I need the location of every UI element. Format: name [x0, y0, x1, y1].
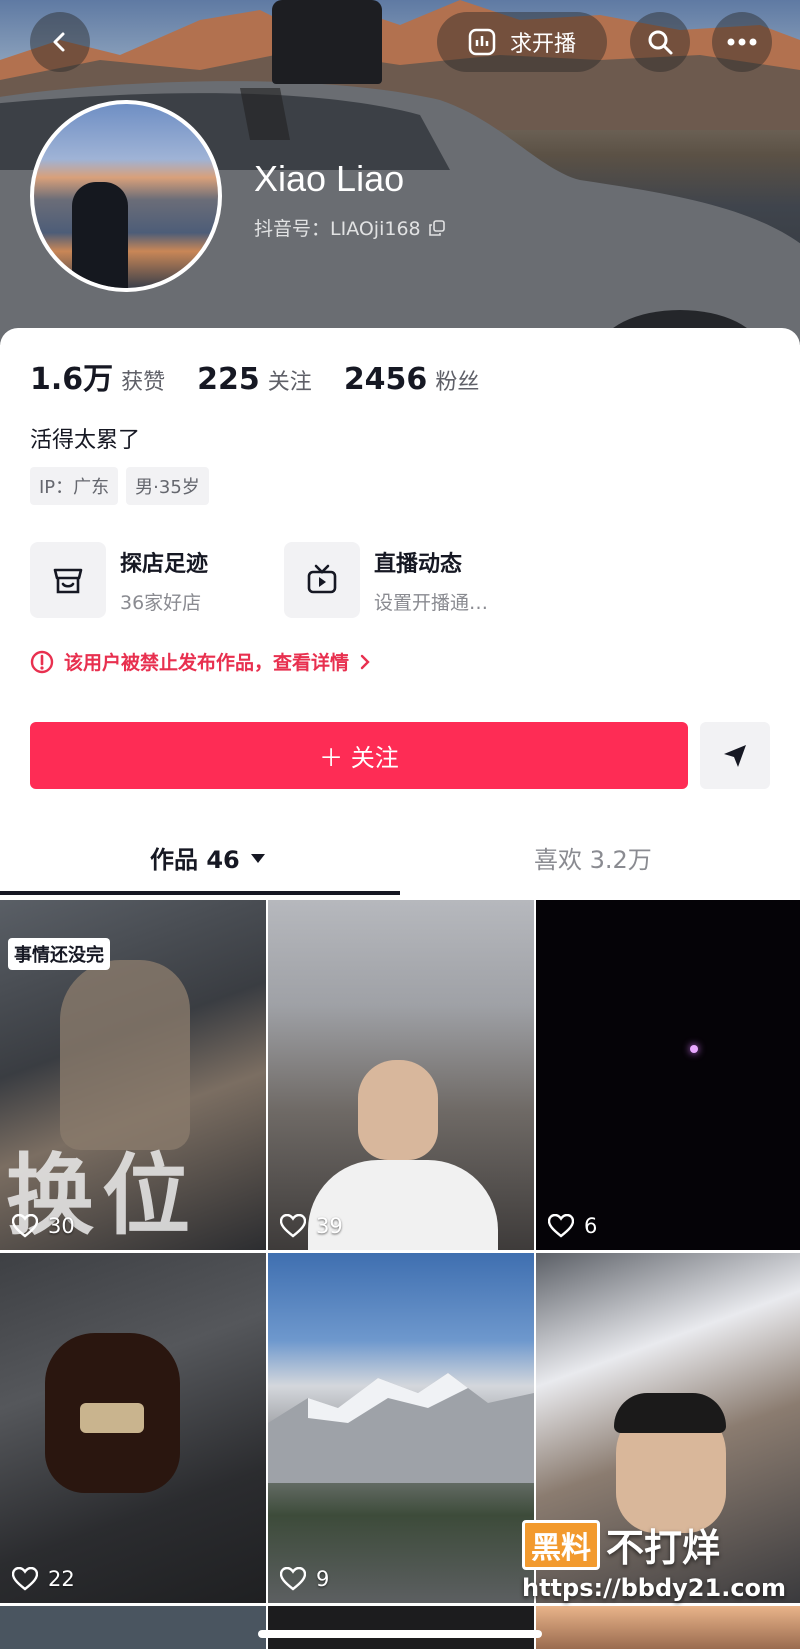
video-thumb[interactable]	[536, 1606, 800, 1649]
stat-likes[interactable]: 1.6万 获赞	[30, 354, 165, 398]
heart-icon	[280, 1214, 306, 1238]
video-likes-count: 39	[316, 1214, 343, 1238]
profile-banner: 求开播 Xiao Liao 抖音号：LIAOji168	[0, 0, 800, 345]
chevron-left-icon	[53, 32, 65, 52]
active-tab-indicator	[0, 891, 400, 895]
feature-live-updates[interactable]: 直播动态 设置开播通…	[284, 542, 488, 618]
more-dots-icon	[727, 38, 757, 46]
search-icon	[648, 30, 673, 55]
follow-button[interactable]: ＋ 关注	[30, 722, 688, 789]
video-likes-count: 30	[48, 1214, 75, 1238]
tv-icon	[307, 564, 337, 594]
video-thumb[interactable]	[268, 1606, 534, 1649]
share-button[interactable]	[700, 722, 770, 789]
video-likes: 6	[548, 1214, 597, 1238]
more-button[interactable]	[712, 12, 772, 72]
video-thumb[interactable]	[0, 1606, 266, 1649]
video-likes-count: 9	[316, 1567, 330, 1591]
thumb-snow-mountain	[268, 1373, 534, 1483]
heart-icon	[12, 1567, 38, 1591]
video-likes-count: 22	[48, 1567, 75, 1591]
shop-icon	[53, 568, 83, 594]
video-likes: 39	[280, 1214, 343, 1238]
stat-likes-value: 1.6万	[30, 362, 114, 397]
video-likes: 9	[280, 1567, 329, 1591]
caret-down-icon	[250, 853, 265, 863]
avatar-person	[72, 182, 128, 288]
search-button[interactable]	[630, 12, 690, 72]
tab-works-label: 作品 46	[150, 846, 240, 874]
heart-icon	[12, 1214, 38, 1238]
stat-following-value: 225	[197, 362, 260, 397]
send-icon	[724, 744, 746, 767]
tab-likes-label: 喜欢 3.2万	[534, 846, 652, 874]
person-silhouette	[272, 0, 382, 84]
video-likes: 22	[12, 1567, 75, 1591]
ban-warning-text: 该用户被禁止发布作品，查看详情	[64, 652, 350, 674]
video-thumb[interactable]: 39	[268, 900, 534, 1250]
heart-icon	[548, 1214, 574, 1238]
tags-row: IP：广东 男·35岁	[30, 467, 209, 505]
bio: 活得太累了	[30, 428, 141, 453]
stat-followers-label: 粉丝	[435, 370, 480, 395]
copy-icon	[428, 219, 445, 236]
video-badge: 事情还没完	[8, 938, 110, 970]
video-thumb[interactable]: 22	[0, 1253, 266, 1603]
bar-chart-icon	[468, 28, 496, 56]
follow-label: ＋ 关注	[319, 744, 399, 772]
avatar[interactable]	[30, 100, 222, 292]
watermark-brand: 黑料 不打烊	[522, 1517, 720, 1572]
tab-works[interactable]: 作品 46	[150, 840, 266, 875]
stat-following-label: 关注	[267, 370, 312, 395]
video-likes: 30	[12, 1214, 75, 1238]
home-indicator	[258, 1630, 542, 1638]
shop-icon-box	[30, 542, 106, 618]
douyin-id[interactable]: 抖音号：LIAOji168	[254, 214, 445, 241]
watermark: 黑料 不打烊 https://bbdy21.com	[522, 1517, 786, 1602]
stats-row: 1.6万 获赞 225 关注 2456 粉丝	[30, 354, 511, 398]
profile-name: Xiao Liao	[254, 158, 405, 199]
video-likes-count: 6	[584, 1214, 598, 1238]
video-thumb[interactable]: 9	[268, 1253, 534, 1603]
feature-live-subtitle: 设置开播通…	[374, 591, 489, 614]
watermark-url: https://bbdy21.com	[522, 1574, 787, 1602]
feature-live-title: 直播动态	[374, 551, 463, 577]
douyin-id-text: 抖音号：LIAOji168	[254, 218, 421, 240]
feature-shop-visits[interactable]: 探店足迹 36家好店	[30, 542, 208, 618]
tab-likes[interactable]: 喜欢 3.2万	[534, 840, 652, 875]
tag-ip: IP：广东	[30, 467, 119, 505]
request-live-button[interactable]: 求开播	[437, 12, 607, 72]
thumb-figure	[60, 960, 190, 1150]
heart-icon	[280, 1567, 306, 1591]
stat-followers-value: 2456	[343, 362, 428, 397]
stat-likes-label: 获赞	[121, 370, 166, 395]
back-button[interactable]	[30, 12, 90, 72]
tv-icon-box	[284, 542, 360, 618]
ban-warning-link[interactable]: 该用户被禁止发布作品，查看详情	[30, 648, 371, 675]
video-thumb[interactable]: 事情还没完 换位 30	[0, 900, 266, 1250]
chevron-right-icon	[360, 654, 370, 669]
feature-shop-title: 探店足迹	[120, 551, 209, 577]
video-thumb[interactable]: 6	[536, 900, 800, 1250]
thumb-hair	[614, 1393, 726, 1433]
alert-circle-icon	[30, 650, 54, 673]
tag-gender-age: 男·35岁	[126, 467, 209, 505]
watermark-brand-text: 不打烊	[606, 1526, 721, 1570]
watermark-brand-box: 黑料	[522, 1519, 600, 1570]
thumb-face	[358, 1060, 438, 1160]
stat-followers[interactable]: 2456 粉丝	[344, 362, 480, 397]
thumb-bottle-label	[80, 1403, 144, 1433]
request-live-label: 求开播	[509, 32, 576, 57]
stat-following[interactable]: 225 关注	[197, 362, 312, 397]
feature-shop-subtitle: 36家好店	[120, 591, 202, 614]
thumb-light-dot	[690, 1045, 698, 1053]
